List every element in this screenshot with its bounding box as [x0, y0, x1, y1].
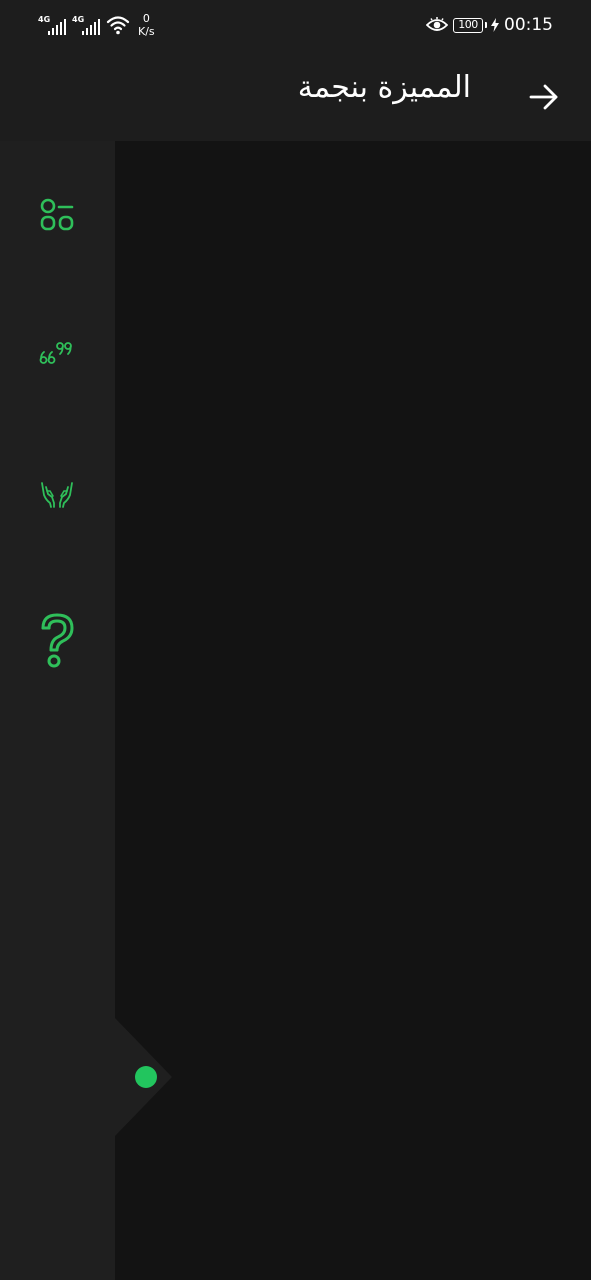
eye-comfort-icon — [426, 17, 448, 31]
quote-icon — [39, 342, 72, 364]
network-speed-value: 0 — [142, 12, 150, 25]
praying-hands-icon — [41, 482, 73, 508]
content-area — [115, 141, 591, 1280]
wifi-icon — [106, 16, 130, 35]
back-button[interactable] — [522, 75, 566, 119]
page-title: المميزة بنجمة — [297, 70, 471, 105]
signal-strength-icon: 4G — [38, 13, 68, 37]
battery-icon: 100 — [453, 17, 487, 33]
side-panel — [0, 141, 115, 1280]
signal-strength-icon-2: 4G — [72, 13, 102, 37]
status-bar-right: 100 00:15 — [426, 12, 553, 38]
arrow-right-icon — [529, 84, 558, 110]
network-speed-unit: K/s — [138, 25, 155, 38]
question-mark-icon — [41, 613, 74, 668]
app-bar: المميزة بنجمة — [0, 52, 591, 141]
side-item-categories[interactable] — [27, 185, 87, 245]
clock: 00:15 — [504, 15, 553, 35]
screen: 4G 4G 0 K/s 100 00:15 المميزة بنجمة — [0, 0, 591, 1280]
drawer-handle-dot[interactable] — [135, 1066, 157, 1088]
side-item-prayer[interactable] — [27, 464, 87, 524]
status-bar: 4G 4G 0 K/s 100 00:15 — [0, 0, 591, 52]
charging-icon — [491, 18, 499, 32]
side-item-questions[interactable] — [27, 611, 87, 671]
network-speed: 0 K/s — [138, 12, 155, 38]
side-item-quotes[interactable] — [27, 324, 87, 384]
status-bar-left: 4G 4G 0 K/s — [38, 10, 155, 40]
grid-apps-icon — [40, 198, 74, 231]
